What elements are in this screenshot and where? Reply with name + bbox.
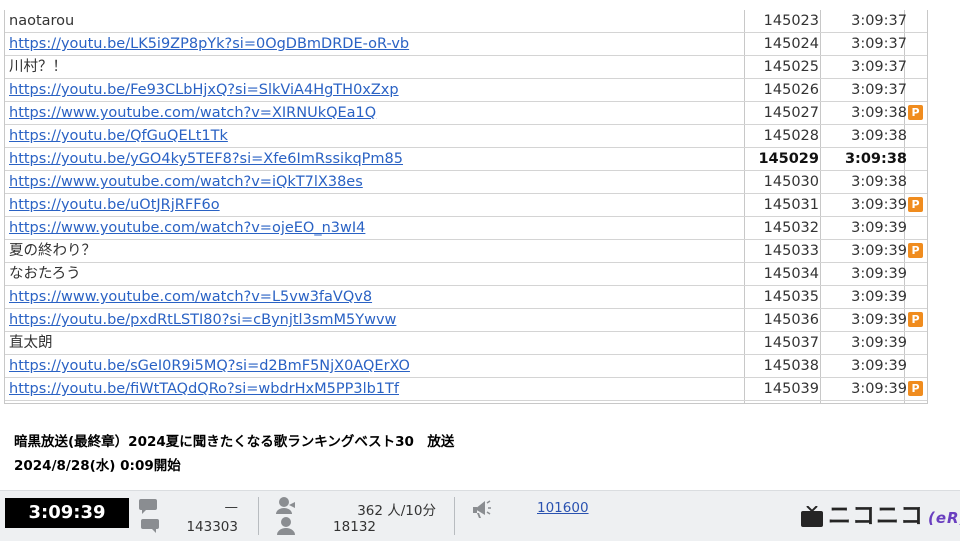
comment-time: 3:09:38 bbox=[851, 128, 907, 144]
comment-row[interactable]: https://youtu.be/fiWtTAQdQRo?si=wbdrHxM5… bbox=[5, 378, 927, 401]
comment-number: 145024 bbox=[763, 36, 819, 52]
elapsed-time: 3:09:39 bbox=[5, 498, 129, 528]
comment-text: 夏の終わり？ bbox=[9, 243, 96, 259]
comment-row[interactable]: https://youtu.be/sGeI0R9i5MQ?si=d2BmF5Nj… bbox=[5, 355, 927, 378]
comment-time: 3:09:37 bbox=[851, 82, 907, 98]
comment-row[interactable]: https://youtu.be/pxdRtLSTI80?si=cBynjtl3… bbox=[5, 309, 927, 332]
megaphone-icon bbox=[473, 500, 491, 518]
comment-time: 3:09:39 bbox=[851, 266, 907, 282]
viewers-total: 18132 bbox=[333, 519, 376, 535]
comment-row[interactable]: https://www.youtube.com/watch?v=XIRNUkQE… bbox=[5, 102, 927, 125]
comment-time: 3:09:39 bbox=[851, 243, 907, 259]
comment-time: 3:09:38 bbox=[851, 174, 907, 190]
comment-number: 145031 bbox=[763, 197, 819, 213]
comment-row[interactable]: https://youtu.be/uOtJRjRFF6o 145031 3:09:3… bbox=[5, 194, 927, 217]
comment-text: naotarou bbox=[9, 13, 75, 29]
premium-badge-icon: P bbox=[908, 381, 923, 396]
comment-link[interactable]: https://www.youtube.com/watch?v=XIRNUkQE… bbox=[9, 102, 744, 124]
comment-number: 145025 bbox=[763, 59, 819, 75]
separator bbox=[454, 497, 455, 535]
comment-number: 145029 bbox=[758, 151, 819, 167]
comment-row[interactable]: https://www.youtube.com/watch?v=L5vw3faV… bbox=[5, 286, 927, 309]
comment-number: 145038 bbox=[763, 358, 819, 374]
comment-text: 直太朗 bbox=[9, 335, 53, 351]
premium-badge-icon: P bbox=[908, 312, 923, 327]
comment-row[interactable]: 夏の終わり？ 145033 3:09:39 P bbox=[5, 240, 927, 263]
comment-link[interactable]: https://youtu.be/uOtJRjRFF6o bbox=[9, 194, 744, 216]
comment-link[interactable]: https://youtu.be/sGeI0R9i5MQ?si=d2BmF5Nj… bbox=[9, 355, 744, 377]
comment-text: 川村？！ bbox=[9, 59, 67, 75]
comment-link[interactable]: https://youtu.be/pxdRtLSTI80?si=cBynjtl3… bbox=[9, 309, 744, 331]
comment-row[interactable]: https://www.youtube.com/watch?v=ojeEO_n3… bbox=[5, 217, 927, 240]
comment-number: 145027 bbox=[763, 105, 819, 121]
comment-row[interactable]: 川村？！ 145025 3:09:37 bbox=[5, 56, 927, 79]
comment-number: 145034 bbox=[763, 266, 819, 282]
comment-number: 145026 bbox=[763, 82, 819, 98]
speech-bubble-icon bbox=[139, 499, 159, 533]
person-icon bbox=[276, 497, 295, 535]
comment-number: 145030 bbox=[763, 174, 819, 190]
comment-time: 3:09:39 bbox=[851, 220, 907, 236]
comment-time: 3:09:39 bbox=[851, 381, 907, 397]
status-bar: 3:09:39 — 143303 362 人/10分 18132 101600 … bbox=[0, 490, 960, 541]
comment-number: 145039 bbox=[763, 381, 819, 397]
comment-row[interactable]: 直太朗 145037 3:09:39 bbox=[5, 332, 927, 355]
program-info: 暗黒放送(最終章）2024夏に聞きたくなる歌ランキングベスト30 放送 2024… bbox=[14, 430, 714, 478]
tv-icon bbox=[801, 506, 823, 527]
premium-badge-icon: P bbox=[908, 197, 923, 212]
comment-time: 3:09:38 bbox=[851, 105, 907, 121]
program-title: 暗黒放送(最終章）2024夏に聞きたくなる歌ランキングベスト30 放送 bbox=[14, 434, 455, 450]
comment-time: 3:09:37 bbox=[851, 59, 907, 75]
comment-list: naotarou 145023 3:09:37 https://youtu.be/LK… bbox=[4, 10, 928, 404]
comment-row[interactable]: naotarou 145023 3:09:37 bbox=[5, 10, 927, 33]
viewers-rate: 362 人/10分 bbox=[357, 503, 436, 519]
comment-link[interactable]: https://youtu.be/QfGuQELt1Tk bbox=[9, 125, 744, 147]
comment-link[interactable]: https://youtu.be/Fe93CLbHjxQ?si=SlkViA4H… bbox=[9, 79, 744, 101]
premium-badge-icon: P bbox=[908, 105, 923, 120]
comment-number: 145036 bbox=[763, 312, 819, 328]
niconico-logo: ニコニコ(eR) bbox=[800, 501, 960, 531]
comment-number: 145035 bbox=[763, 289, 819, 305]
ad-points-link[interactable]: 101600 bbox=[537, 500, 589, 516]
comment-link[interactable]: https://www.youtube.com/watch?v=ojeEO_n3… bbox=[9, 217, 744, 239]
comment-row[interactable]: なおたろう 145034 3:09:39 bbox=[5, 263, 927, 286]
comment-number: 145023 bbox=[763, 13, 819, 29]
comment-time: 3:09:39 bbox=[851, 335, 907, 351]
separator bbox=[258, 497, 259, 535]
comment-link[interactable]: https://www.youtube.com/watch?v=iQkT7lX3… bbox=[9, 171, 744, 193]
program-start-time: 2024/8/28(水) 0:09開始 bbox=[14, 458, 181, 474]
comment-link[interactable]: https://www.youtube.com/watch?v=L5vw3faV… bbox=[9, 286, 744, 308]
comment-time: 3:09:39 bbox=[851, 312, 907, 328]
comment-link[interactable]: https://youtu.be/fiWtTAQdQRo?si=wbdrHxM5… bbox=[9, 378, 744, 400]
logo-suffix: (eR) bbox=[928, 509, 960, 527]
comment-row[interactable]: https://youtu.be/QfGuQELt1Tk 145028 3:09:3… bbox=[5, 125, 927, 148]
comment-rate: — bbox=[224, 499, 239, 515]
comment-number: 145037 bbox=[763, 335, 819, 351]
comment-time: 3:09:37 bbox=[851, 13, 907, 29]
comment-row[interactable]: https://www.youtube.com/watch?v=iQkT7lX3… bbox=[5, 171, 927, 194]
logo-text: ニコニコ(eR) bbox=[828, 501, 960, 533]
comment-number: 145033 bbox=[763, 243, 819, 259]
comment-total: 143303 bbox=[186, 519, 238, 535]
comment-time: 3:09:37 bbox=[851, 36, 907, 52]
logo-wordmark: ニコニコ bbox=[828, 503, 924, 529]
comment-number: 145028 bbox=[763, 128, 819, 144]
comment-time: 3:09:39 bbox=[851, 358, 907, 374]
premium-badge-icon: P bbox=[908, 243, 923, 258]
comment-time: 3:09:38 bbox=[844, 151, 907, 167]
comment-row[interactable]: https://youtu.be/Fe93CLbHjxQ?si=SlkViA4H… bbox=[5, 79, 927, 102]
comment-row[interactable]: https://youtu.be/LK5i9ZP8pYk?si=0OgDBmDR… bbox=[5, 33, 927, 56]
comment-text: なおたろう bbox=[9, 266, 81, 282]
comment-time: 3:09:39 bbox=[851, 197, 907, 213]
comment-number: 145032 bbox=[763, 220, 819, 236]
comment-time: 3:09:39 bbox=[851, 289, 907, 305]
comment-link[interactable]: https://youtu.be/yGO4ky5TEF8?si=Xfe6ImRs… bbox=[9, 148, 744, 170]
comment-link[interactable]: https://youtu.be/LK5i9ZP8pYk?si=0OgDBmDR… bbox=[9, 33, 744, 55]
comment-row[interactable]: https://youtu.be/yGO4ky5TEF8?si=Xfe6ImRs… bbox=[5, 148, 927, 171]
